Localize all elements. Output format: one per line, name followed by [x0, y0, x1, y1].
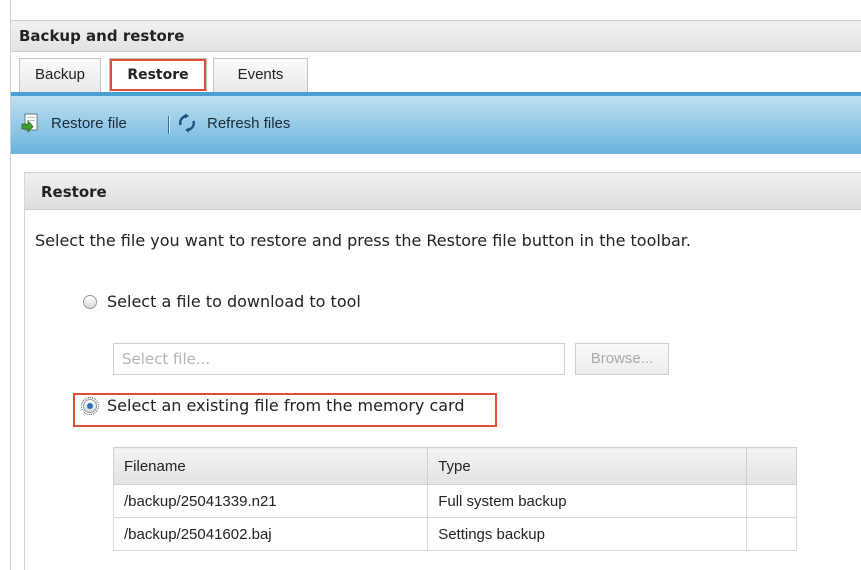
filename-cell: /backup/25041602.baj	[112, 517, 429, 551]
window-title-bar: Backup and restore	[11, 20, 861, 52]
restore-section-header: Restore	[25, 173, 861, 210]
refresh-files-label: Refresh files	[207, 114, 291, 132]
type-cell: Settings backup	[427, 517, 748, 551]
download-option-radio[interactable]	[83, 294, 97, 309]
column-header-type[interactable]: Type	[427, 447, 748, 485]
column-header-menu[interactable]	[746, 447, 797, 485]
memory-card-option-radio[interactable]	[81, 396, 99, 415]
download-option-label: Select a file to download to tool	[107, 292, 361, 311]
restore-panel: Restore Select the file you want to rest…	[24, 172, 861, 570]
tab-restore[interactable]: Restore	[109, 58, 207, 92]
column-header-filename[interactable]: Filename	[112, 447, 429, 485]
table-row[interactable]: /backup/25041339.n21 Full system backup	[112, 484, 797, 518]
browse-button[interactable]: Browse...	[575, 343, 669, 375]
restore-file-icon	[21, 113, 41, 134]
table-header-row: Filename Type	[112, 447, 797, 485]
toolbar-separator	[168, 116, 170, 134]
memory-card-option[interactable]: Select an existing file from the memory …	[81, 396, 465, 415]
restore-file-label: Restore file	[51, 114, 127, 132]
table-row[interactable]: /backup/25041602.baj Settings backup	[112, 517, 797, 551]
window-title: Backup and restore	[19, 27, 185, 45]
toolbar: Restore file Refresh files	[11, 92, 861, 154]
memory-card-option-label: Select an existing file from the memory …	[107, 396, 465, 415]
filler-cell	[746, 484, 797, 518]
refresh-files-button[interactable]: Refresh files	[177, 113, 290, 133]
download-option[interactable]: Select a file to download to tool	[83, 292, 361, 311]
refresh-icon	[177, 113, 197, 133]
tab-strip: Backup Restore Events	[11, 52, 861, 92]
filename-cell: /backup/25041339.n21	[112, 484, 429, 518]
restore-instruction: Select the file you want to restore and …	[35, 231, 691, 250]
select-file-input[interactable]	[113, 343, 565, 375]
memory-files-table: Filename Type /backup/25041339.n21 Full …	[112, 447, 797, 551]
type-cell: Full system backup	[427, 484, 748, 518]
filler-cell	[746, 517, 797, 551]
restore-file-button[interactable]: Restore file	[21, 113, 127, 134]
tab-backup[interactable]: Backup	[19, 58, 101, 92]
tab-events[interactable]: Events	[213, 58, 308, 92]
restore-section-title: Restore	[41, 183, 107, 201]
backup-restore-window: Backup and restore Backup Restore Events…	[0, 0, 861, 570]
